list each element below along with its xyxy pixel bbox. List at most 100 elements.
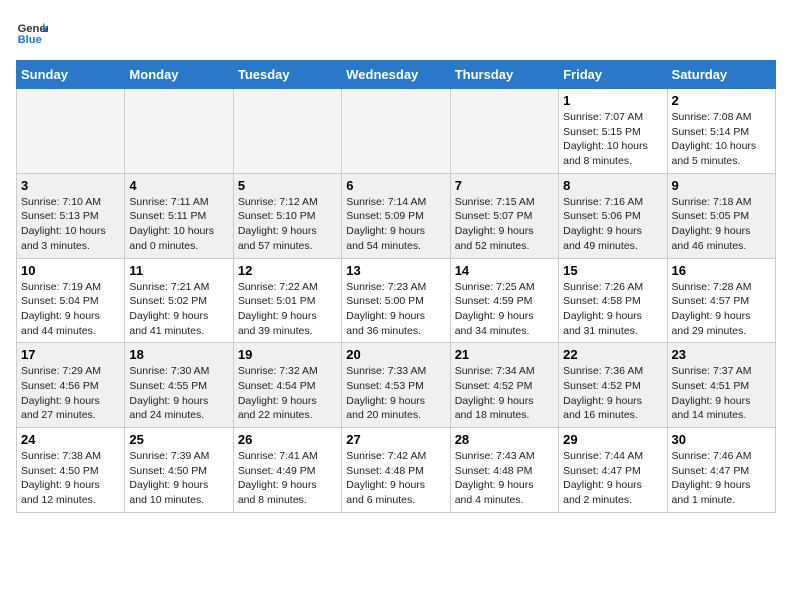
day-number: 13	[346, 263, 445, 278]
day-cell	[450, 89, 558, 174]
day-info: Sunrise: 7:37 AM Sunset: 4:51 PM Dayligh…	[672, 364, 771, 423]
day-info: Sunrise: 7:33 AM Sunset: 4:53 PM Dayligh…	[346, 364, 445, 423]
day-number: 8	[563, 178, 662, 193]
day-info: Sunrise: 7:16 AM Sunset: 5:06 PM Dayligh…	[563, 195, 662, 254]
day-number: 17	[21, 347, 120, 362]
day-cell: 24 Sunrise: 7:38 AM Sunset: 4:50 PM Dayli…	[17, 428, 125, 513]
day-cell: 13Sunrise: 7:23 AM Sunset: 5:00 PM Dayli…	[342, 258, 450, 343]
day-info: Sunrise: 7:29 AM Sunset: 4:56 PM Dayligh…	[21, 364, 120, 423]
week-row-5: 24 Sunrise: 7:38 AM Sunset: 4:50 PM Dayli…	[17, 428, 776, 513]
day-cell: 26 Sunrise: 7:41 AM Sunset: 4:49 PM Dayli…	[233, 428, 341, 513]
day-cell: 4 Sunrise: 7:11 AM Sunset: 5:11 PM Daylig…	[125, 173, 233, 258]
day-cell: 29Sunrise: 7:44 AM Sunset: 4:47 PM Dayli…	[559, 428, 667, 513]
day-info: Sunrise: 7:30 AM Sunset: 4:55 PM Dayligh…	[129, 364, 228, 423]
day-cell: 27 Sunrise: 7:42 AM Sunset: 4:48 PM Dayli…	[342, 428, 450, 513]
day-info: Sunrise: 7:39 AM Sunset: 4:50 PM Dayligh…	[129, 449, 228, 508]
day-number: 19	[238, 347, 337, 362]
day-number: 28	[455, 432, 554, 447]
day-number: 26	[238, 432, 337, 447]
day-number: 21	[455, 347, 554, 362]
weekday-header-sunday: Sunday	[17, 61, 125, 89]
logo-icon: General Blue	[16, 16, 48, 48]
day-cell: 7 Sunrise: 7:15 AM Sunset: 5:07 PM Daylig…	[450, 173, 558, 258]
day-cell: 6 Sunrise: 7:14 AM Sunset: 5:09 PM Daylig…	[342, 173, 450, 258]
day-info: Sunrise: 7:22 AM Sunset: 5:01 PM Dayligh…	[238, 280, 337, 339]
day-number: 3	[21, 178, 120, 193]
week-row-3: 10 Sunrise: 7:19 AM Sunset: 5:04 PM Dayli…	[17, 258, 776, 343]
day-cell: 15 Sunrise: 7:26 AM Sunset: 4:58 PM Dayli…	[559, 258, 667, 343]
day-info: Sunrise: 7:11 AM Sunset: 5:11 PM Dayligh…	[129, 195, 228, 254]
day-info: Sunrise: 7:08 AM Sunset: 5:14 PM Dayligh…	[672, 110, 771, 169]
day-number: 14	[455, 263, 554, 278]
calendar: SundayMondayTuesdayWednesdayThursdayFrid…	[16, 60, 776, 513]
day-info: Sunrise: 7:34 AM Sunset: 4:52 PM Dayligh…	[455, 364, 554, 423]
weekday-header-saturday: Saturday	[667, 61, 775, 89]
day-cell: 2 Sunrise: 7:08 AM Sunset: 5:14 PM Daylig…	[667, 89, 775, 174]
day-number: 24	[21, 432, 120, 447]
day-number: 29	[563, 432, 662, 447]
week-row-1: 1 Sunrise: 7:07 AM Sunset: 5:15 PM Daylig…	[17, 89, 776, 174]
day-number: 1	[563, 93, 662, 108]
day-cell: 8 Sunrise: 7:16 AM Sunset: 5:06 PM Daylig…	[559, 173, 667, 258]
day-info: Sunrise: 7:19 AM Sunset: 5:04 PM Dayligh…	[21, 280, 120, 339]
day-info: Sunrise: 7:14 AM Sunset: 5:09 PM Dayligh…	[346, 195, 445, 254]
day-info: Sunrise: 7:32 AM Sunset: 4:54 PM Dayligh…	[238, 364, 337, 423]
day-info: Sunrise: 7:46 AM Sunset: 4:47 PM Dayligh…	[672, 449, 771, 508]
day-cell: 9 Sunrise: 7:18 AM Sunset: 5:05 PM Daylig…	[667, 173, 775, 258]
day-cell: 17 Sunrise: 7:29 AM Sunset: 4:56 PM Dayli…	[17, 343, 125, 428]
day-info: Sunrise: 7:07 AM Sunset: 5:15 PM Dayligh…	[563, 110, 662, 169]
day-cell: 21 Sunrise: 7:34 AM Sunset: 4:52 PM Dayli…	[450, 343, 558, 428]
svg-text:Blue: Blue	[18, 34, 42, 46]
day-info: Sunrise: 7:38 AM Sunset: 4:50 PM Dayligh…	[21, 449, 120, 508]
day-number: 18	[129, 347, 228, 362]
calendar-header: SundayMondayTuesdayWednesdayThursdayFrid…	[17, 61, 776, 89]
day-number: 10	[21, 263, 120, 278]
week-row-2: 3 Sunrise: 7:10 AM Sunset: 5:13 PM Daylig…	[17, 173, 776, 258]
day-cell: 11Sunrise: 7:21 AM Sunset: 5:02 PM Dayli…	[125, 258, 233, 343]
day-number: 9	[672, 178, 771, 193]
weekday-header-monday: Monday	[125, 61, 233, 89]
day-cell: 18 Sunrise: 7:30 AM Sunset: 4:55 PM Dayli…	[125, 343, 233, 428]
day-cell: 23Sunrise: 7:37 AM Sunset: 4:51 PM Dayli…	[667, 343, 775, 428]
day-cell: 14 Sunrise: 7:25 AM Sunset: 4:59 PM Dayli…	[450, 258, 558, 343]
weekday-header-friday: Friday	[559, 61, 667, 89]
day-cell: 25 Sunrise: 7:39 AM Sunset: 4:50 PM Dayli…	[125, 428, 233, 513]
weekday-header-tuesday: Tuesday	[233, 61, 341, 89]
day-cell: 12Sunrise: 7:22 AM Sunset: 5:01 PM Dayli…	[233, 258, 341, 343]
day-info: Sunrise: 7:12 AM Sunset: 5:10 PM Dayligh…	[238, 195, 337, 254]
day-number: 25	[129, 432, 228, 447]
day-cell	[125, 89, 233, 174]
day-cell	[17, 89, 125, 174]
day-cell: 5 Sunrise: 7:12 AM Sunset: 5:10 PM Daylig…	[233, 173, 341, 258]
day-number: 2	[672, 93, 771, 108]
day-info: Sunrise: 7:25 AM Sunset: 4:59 PM Dayligh…	[455, 280, 554, 339]
day-info: Sunrise: 7:28 AM Sunset: 4:57 PM Dayligh…	[672, 280, 771, 339]
day-info: Sunrise: 7:15 AM Sunset: 5:07 PM Dayligh…	[455, 195, 554, 254]
day-cell: 28Sunrise: 7:43 AM Sunset: 4:48 PM Dayli…	[450, 428, 558, 513]
calendar-body: 1 Sunrise: 7:07 AM Sunset: 5:15 PM Daylig…	[17, 89, 776, 513]
day-info: Sunrise: 7:18 AM Sunset: 5:05 PM Dayligh…	[672, 195, 771, 254]
day-number: 4	[129, 178, 228, 193]
day-number: 20	[346, 347, 445, 362]
day-number: 15	[563, 263, 662, 278]
day-cell: 30 Sunrise: 7:46 AM Sunset: 4:47 PM Dayli…	[667, 428, 775, 513]
weekday-header-wednesday: Wednesday	[342, 61, 450, 89]
day-info: Sunrise: 7:26 AM Sunset: 4:58 PM Dayligh…	[563, 280, 662, 339]
day-number: 5	[238, 178, 337, 193]
day-info: Sunrise: 7:41 AM Sunset: 4:49 PM Dayligh…	[238, 449, 337, 508]
day-info: Sunrise: 7:21 AM Sunset: 5:02 PM Dayligh…	[129, 280, 228, 339]
day-cell: 1 Sunrise: 7:07 AM Sunset: 5:15 PM Daylig…	[559, 89, 667, 174]
day-number: 22	[563, 347, 662, 362]
day-number: 7	[455, 178, 554, 193]
day-number: 30	[672, 432, 771, 447]
day-cell	[342, 89, 450, 174]
day-info: Sunrise: 7:36 AM Sunset: 4:52 PM Dayligh…	[563, 364, 662, 423]
day-number: 6	[346, 178, 445, 193]
day-number: 27	[346, 432, 445, 447]
day-cell: 16Sunrise: 7:28 AM Sunset: 4:57 PM Dayli…	[667, 258, 775, 343]
day-cell: 10 Sunrise: 7:19 AM Sunset: 5:04 PM Dayli…	[17, 258, 125, 343]
weekday-header-thursday: Thursday	[450, 61, 558, 89]
day-info: Sunrise: 7:42 AM Sunset: 4:48 PM Dayligh…	[346, 449, 445, 508]
weekday-row: SundayMondayTuesdayWednesdayThursdayFrid…	[17, 61, 776, 89]
day-info: Sunrise: 7:10 AM Sunset: 5:13 PM Dayligh…	[21, 195, 120, 254]
